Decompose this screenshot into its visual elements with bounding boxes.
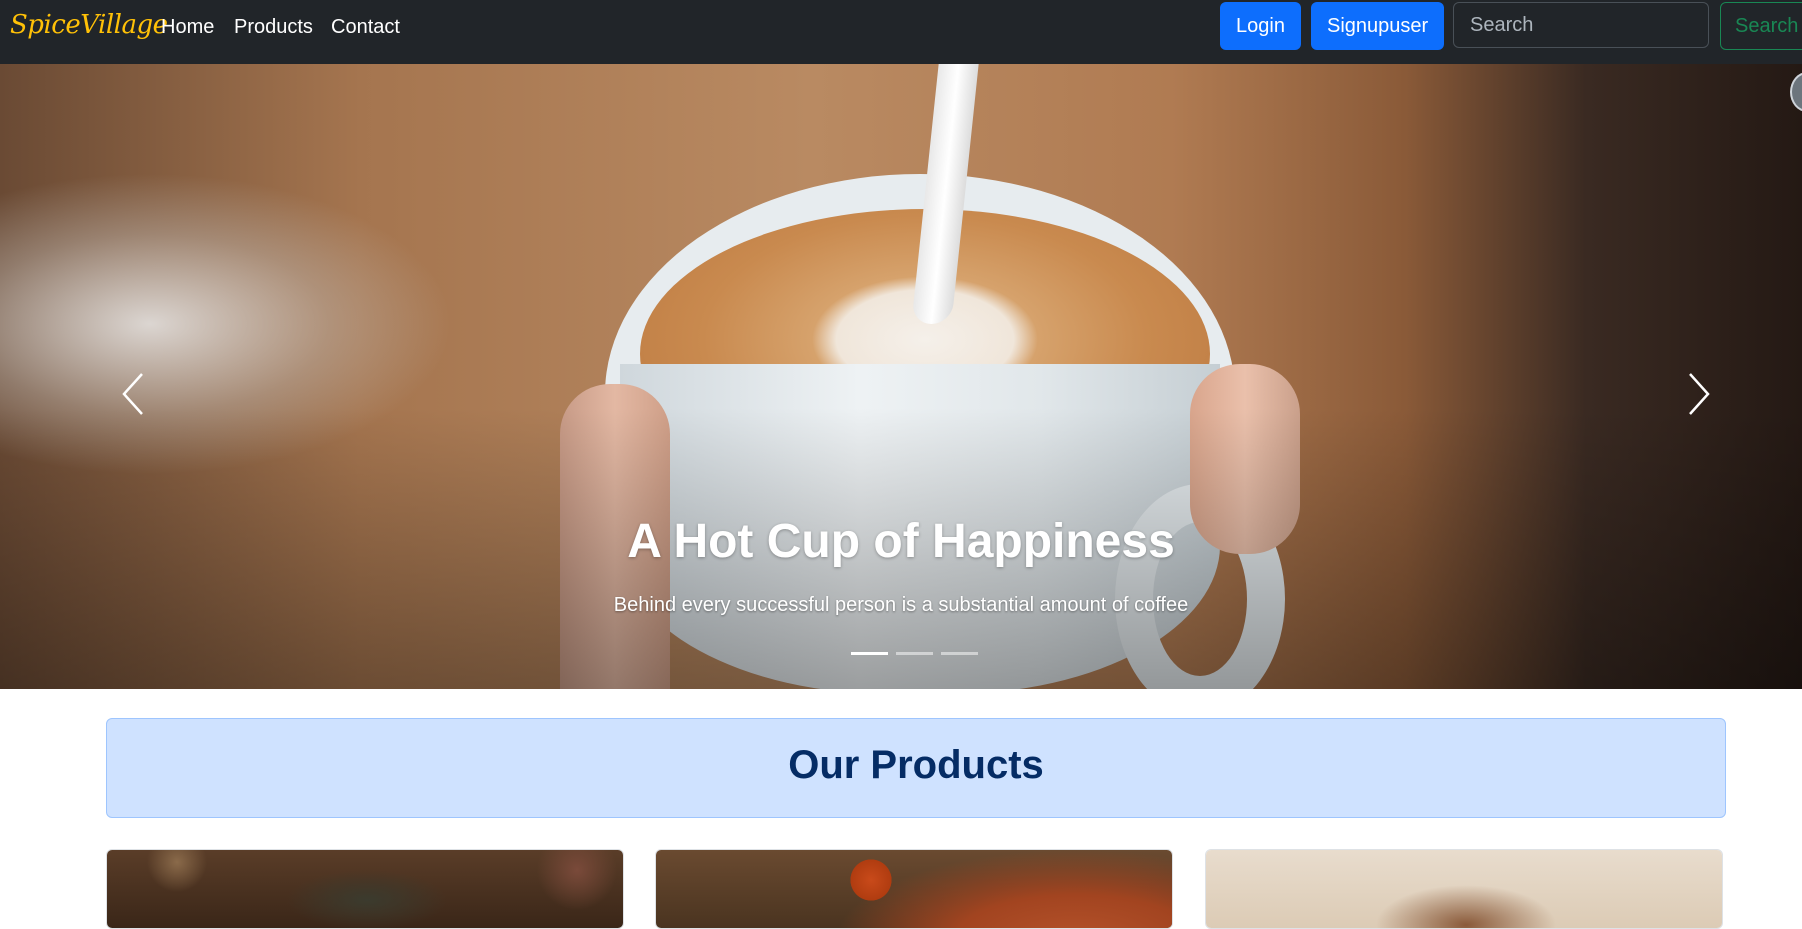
product-card-2[interactable] [655,849,1173,929]
search-input[interactable] [1453,2,1709,48]
nav-link-contact[interactable]: Contact [331,16,400,39]
signup-button[interactable]: Signupuser [1311,2,1445,50]
carousel-prev-button[interactable] [104,354,164,434]
chevron-right-icon [1689,373,1710,415]
chevron-left-icon [122,373,143,415]
carousel-caption-text: Behind every successful person is a subs… [613,594,1189,616]
login-button[interactable]: Login [1220,2,1301,50]
brand-logo[interactable]: SpiceVillage [10,10,168,40]
product-image-1 [107,850,623,928]
products-banner: Our Products [106,718,1726,818]
product-card-3[interactable] [1205,849,1723,929]
product-image-3 [1206,850,1722,928]
nav-link-products[interactable]: Products [234,16,313,39]
nav-link-home[interactable]: Home [161,16,214,39]
carousel-caption-title: A Hot Cup of Happiness [627,515,1175,568]
hero-carousel: A Hot Cup of Happiness Behind every succ… [0,64,1802,689]
carousel-indicator-2[interactable] [896,652,933,655]
carousel-next-button[interactable] [1668,354,1728,434]
product-card-1[interactable] [106,849,624,929]
navbar: SpiceVillage Home Products Contact Login… [0,0,1802,64]
product-image-2 [656,850,1172,928]
carousel-indicator-1[interactable] [851,652,888,655]
search-button[interactable]: Search [1720,2,1802,50]
products-title: Our Products [788,743,1044,787]
carousel-indicator-3[interactable] [941,652,978,655]
carousel-indicators [851,652,978,655]
